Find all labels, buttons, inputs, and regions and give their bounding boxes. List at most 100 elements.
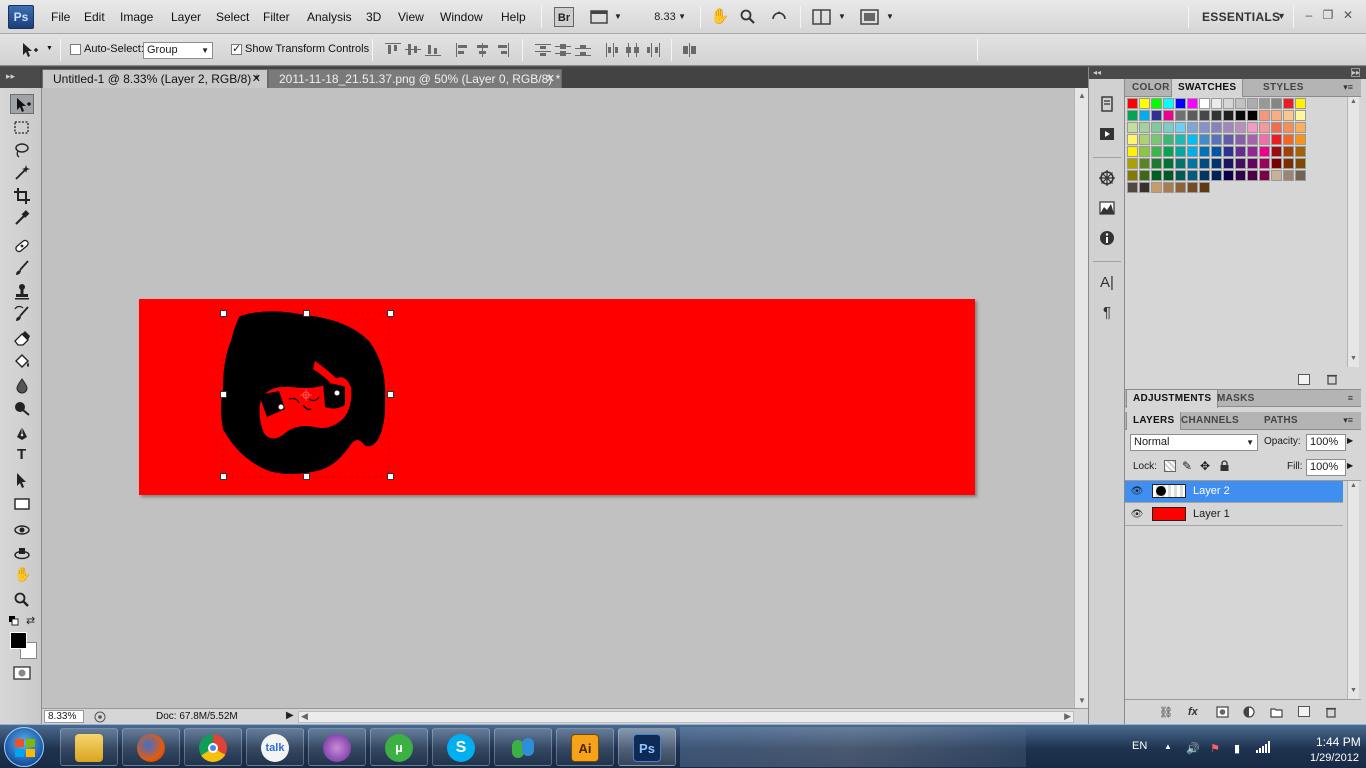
taskbar-skype[interactable]: S [432, 728, 490, 766]
color-swatch[interactable] [1163, 158, 1174, 169]
color-swatch[interactable] [1163, 122, 1174, 133]
color-swatch[interactable] [1175, 158, 1186, 169]
menu-3d[interactable]: 3D [366, 10, 381, 24]
color-swatch[interactable] [1199, 158, 1210, 169]
color-swatch[interactable] [1283, 134, 1294, 145]
canvas-horizontal-scrollbar[interactable]: ◀ ▶ [298, 711, 1074, 723]
move-tool[interactable] [10, 94, 34, 114]
scroll-up-icon[interactable]: ▲ [1350, 98, 1357, 105]
color-swatch[interactable] [1139, 122, 1150, 133]
color-swatch[interactable] [1247, 134, 1258, 145]
language-indicator[interactable]: EN [1132, 740, 1147, 752]
close-icon[interactable]: ✕ [1341, 8, 1355, 22]
workspace-switcher[interactable]: ESSENTIALS [1202, 10, 1280, 24]
color-swatch[interactable] [1175, 122, 1186, 133]
color-swatch[interactable] [1139, 98, 1150, 109]
transform-handle-top-left[interactable] [220, 310, 227, 317]
adjustment-layer-icon[interactable] [1243, 706, 1256, 718]
panel-close-icon[interactable] [1351, 68, 1360, 77]
history-panel-icon[interactable] [1097, 95, 1117, 115]
color-swatch[interactable] [1271, 134, 1282, 145]
taskbar-google-talk[interactable]: talk [246, 728, 304, 766]
auto-align-layers-icon[interactable] [682, 43, 698, 57]
panels-collapse-icon[interactable]: ▸▸ [1125, 67, 1366, 79]
lock-transparent-pixels-icon[interactable] [1164, 460, 1176, 472]
foreground-color-swatch[interactable] [10, 632, 27, 649]
status-info-icon[interactable] [94, 711, 106, 723]
align-right-edges-icon[interactable] [495, 43, 511, 57]
scroll-up-icon[interactable]: ▲ [1350, 482, 1357, 489]
layer-name[interactable]: Layer 2 [1193, 485, 1230, 497]
menu-view[interactable]: View [398, 10, 424, 24]
zoom-level-dropdown[interactable]: 8.33 ▼ [640, 7, 690, 27]
color-swatch[interactable] [1283, 170, 1294, 181]
color-swatch[interactable] [1235, 146, 1246, 157]
color-swatch[interactable] [1199, 182, 1210, 193]
quick-mask-icon[interactable] [13, 666, 31, 680]
distribute-left-edges-icon[interactable] [605, 43, 621, 57]
color-swatch[interactable] [1211, 98, 1222, 109]
color-swatch[interactable] [1187, 158, 1198, 169]
healing-brush-tool[interactable] [10, 236, 34, 256]
distribute-vertical-centers-icon[interactable] [555, 43, 571, 57]
color-swatch[interactable] [1151, 134, 1162, 145]
color-swatch[interactable] [1127, 146, 1138, 157]
close-icon[interactable]: ✕ [252, 70, 261, 89]
tab-layers[interactable]: LAYERS [1126, 412, 1182, 430]
color-swatch[interactable] [1271, 146, 1282, 157]
panel-menu-icon[interactable]: ▾≡ [1343, 415, 1353, 426]
lock-position-icon[interactable]: ✥ [1200, 459, 1210, 473]
add-mask-icon[interactable] [1216, 706, 1229, 718]
color-swatch[interactable] [1127, 122, 1138, 133]
color-swatch[interactable] [1295, 110, 1306, 121]
tab-channels[interactable]: CHANNELS [1175, 412, 1245, 430]
clone-stamp-tool[interactable] [10, 282, 34, 302]
distribute-horizontal-centers-icon[interactable] [625, 43, 641, 57]
color-swatch[interactable] [1295, 146, 1306, 157]
taskbar-explorer[interactable] [60, 728, 118, 766]
transform-handle-bottom-left[interactable] [220, 473, 227, 480]
color-swatch[interactable] [1187, 122, 1198, 133]
layer-row-layer-1[interactable]: 👁 Layer 1 [1125, 504, 1343, 526]
color-swatch[interactable] [1127, 110, 1138, 121]
default-colors-icon[interactable] [9, 616, 19, 626]
color-swatch[interactable] [1175, 146, 1186, 157]
layers-scrollbar[interactable]: ▲ ▼ [1347, 481, 1359, 699]
color-swatch[interactable] [1187, 110, 1198, 121]
panel-menu-icon[interactable]: ▾≡ [1343, 82, 1353, 93]
color-swatch[interactable] [1259, 122, 1270, 133]
color-swatch[interactable] [1235, 134, 1246, 145]
color-swatch[interactable] [1295, 134, 1306, 145]
color-swatch[interactable] [1283, 110, 1294, 121]
tab-paths[interactable]: PATHS [1258, 412, 1304, 430]
hand-tool-icon[interactable]: ✋ [710, 7, 730, 27]
color-swatch[interactable] [1139, 182, 1150, 193]
paint-bucket-tool[interactable] [10, 352, 34, 372]
align-left-edges-icon[interactable] [455, 43, 471, 57]
color-swatch[interactable] [1187, 98, 1198, 109]
3d-orbit-tool[interactable] [10, 544, 34, 564]
color-swatch[interactable] [1187, 182, 1198, 193]
transform-handle-top[interactable] [303, 310, 310, 317]
color-swatch[interactable] [1199, 122, 1210, 133]
tab-screenshot-png[interactable]: 2011-11-18_21.51.37.png @ 50% (Layer 0, … [268, 69, 562, 88]
color-swatch[interactable] [1259, 98, 1270, 109]
transform-handle-right[interactable] [387, 391, 394, 398]
color-swatch[interactable] [1127, 170, 1138, 181]
color-swatch[interactable] [1175, 98, 1186, 109]
minimize-icon[interactable]: – [1302, 8, 1316, 22]
swap-colors-icon[interactable]: ⇄ [26, 614, 35, 627]
color-swatch[interactable] [1271, 110, 1282, 121]
color-swatch[interactable] [1223, 158, 1234, 169]
action-center-icon[interactable]: ⚑ [1210, 742, 1220, 755]
link-layers-icon[interactable]: ⛓ [1159, 706, 1173, 719]
quick-selection-tool[interactable] [10, 162, 34, 182]
taskbar-messenger[interactable] [494, 728, 552, 766]
color-swatch[interactable] [1271, 158, 1282, 169]
color-swatch[interactable] [1247, 110, 1258, 121]
opacity-field[interactable]: 100% [1306, 434, 1346, 451]
color-swatch[interactable] [1127, 134, 1138, 145]
actions-panel-icon[interactable] [1097, 125, 1117, 145]
menu-file[interactable]: File [51, 10, 70, 24]
tab-swatches[interactable]: SWATCHES [1171, 79, 1244, 97]
